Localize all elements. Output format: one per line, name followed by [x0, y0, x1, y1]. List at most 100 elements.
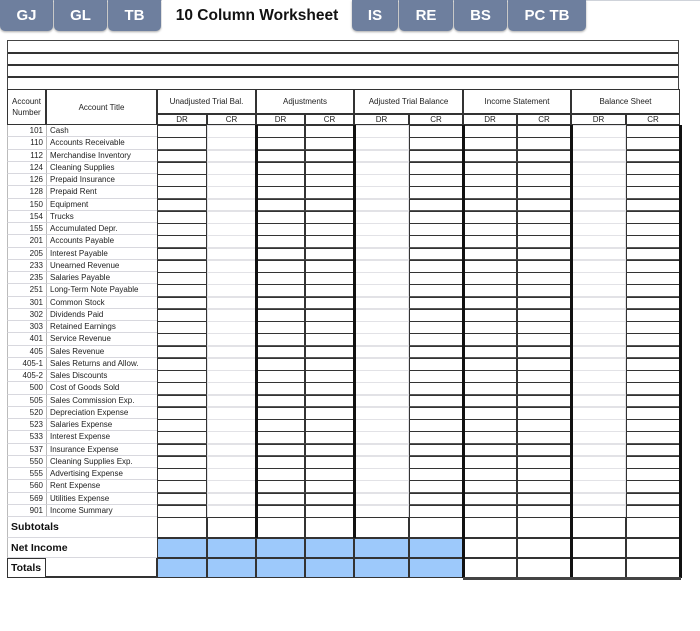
input-adjustments-cr[interactable] [305, 161, 354, 175]
input-income-statement-cr[interactable] [517, 235, 571, 248]
input-adjusted-trial-balance-dr[interactable] [354, 259, 409, 273]
input-adjusted-trial-balance-dr[interactable] [354, 125, 409, 138]
input-income-statement-dr[interactable] [463, 174, 517, 187]
input-adjustments-dr[interactable] [256, 186, 305, 199]
input-unadjusted-trial-balance-dr[interactable] [157, 186, 207, 199]
input-unadjusted-trial-balance-cr[interactable] [207, 406, 256, 420]
input-balance-sheet-cr[interactable] [626, 186, 680, 199]
input-balance-sheet-cr[interactable] [626, 259, 680, 273]
input-income-statement-cr[interactable] [517, 394, 571, 408]
input-adjustments-cr[interactable] [305, 468, 354, 481]
input-income-statement-cr[interactable] [517, 431, 571, 444]
input-unadjusted-trial-balance-cr[interactable] [207, 443, 256, 457]
input-unadjusted-trial-balance-cr[interactable] [207, 308, 256, 322]
input-adjusted-trial-balance-dr[interactable] [354, 333, 409, 346]
input-balance-sheet-dr[interactable] [571, 186, 626, 199]
input-unadjusted-trial-balance-cr[interactable] [207, 333, 256, 346]
input-income-statement-cr[interactable] [517, 284, 571, 297]
input-unadjusted-trial-balance-cr[interactable] [207, 149, 256, 163]
input-income-statement-cr[interactable] [517, 247, 571, 261]
input-adjustments-dr[interactable] [256, 247, 305, 261]
input-balance-sheet-cr[interactable] [626, 443, 680, 457]
input-adjustments-cr[interactable] [305, 394, 354, 408]
input-balance-sheet-cr[interactable] [626, 284, 680, 297]
tab-10-column-worksheet[interactable]: 10 Column Worksheet [162, 0, 352, 31]
input-adjusted-trial-balance-cr[interactable] [409, 370, 463, 383]
input-adjusted-trial-balance-dr[interactable] [354, 198, 409, 212]
heading-line-company[interactable] [8, 52, 678, 54]
input-adjustments-cr[interactable] [305, 149, 354, 163]
tab-pc-tb[interactable]: PC TB [508, 0, 586, 31]
input-unadjusted-trial-balance-dr[interactable] [157, 272, 207, 285]
input-unadjusted-trial-balance-dr[interactable] [157, 504, 207, 518]
input-adjusted-trial-balance-dr[interactable] [354, 443, 409, 457]
input-balance-sheet-dr[interactable] [571, 419, 626, 432]
input-unadjusted-trial-balance-cr[interactable] [207, 223, 256, 236]
input-subtotals-income-statement-dr[interactable] [463, 517, 517, 538]
tab-tb[interactable]: TB [108, 0, 161, 31]
input-adjustments-dr[interactable] [256, 321, 305, 334]
input-adjustments-dr[interactable] [256, 259, 305, 273]
input-balance-sheet-cr[interactable] [626, 308, 680, 322]
input-balance-sheet-dr[interactable] [571, 504, 626, 518]
input-unadjusted-trial-balance-dr[interactable] [157, 247, 207, 261]
input-unadjusted-trial-balance-cr[interactable] [207, 174, 256, 187]
input-balance-sheet-dr[interactable] [571, 321, 626, 334]
input-balance-sheet-dr[interactable] [571, 480, 626, 493]
input-balance-sheet-dr[interactable] [571, 382, 626, 395]
input-adjusted-trial-balance-cr[interactable] [409, 259, 463, 273]
input-adjusted-trial-balance-cr[interactable] [409, 357, 463, 371]
input-unadjusted-trial-balance-cr[interactable] [207, 468, 256, 481]
input-balance-sheet-cr[interactable] [626, 370, 680, 383]
input-adjustments-dr[interactable] [256, 504, 305, 518]
input-adjustments-dr[interactable] [256, 125, 305, 138]
input-adjustments-cr[interactable] [305, 321, 354, 334]
input-adjusted-trial-balance-cr[interactable] [409, 345, 463, 359]
input-adjusted-trial-balance-cr[interactable] [409, 492, 463, 506]
input-income-statement-cr[interactable] [517, 186, 571, 199]
input-income-statement-cr[interactable] [517, 125, 571, 138]
input-balance-sheet-dr[interactable] [571, 125, 626, 138]
input-adjustments-cr[interactable] [305, 272, 354, 285]
input-adjusted-trial-balance-dr[interactable] [354, 406, 409, 420]
input-balance-sheet-dr[interactable] [571, 235, 626, 248]
input-income-statement-cr[interactable] [517, 480, 571, 493]
input-income-statement-dr[interactable] [463, 321, 517, 334]
input-income-statement-dr[interactable] [463, 235, 517, 248]
input-balance-sheet-cr[interactable] [626, 161, 680, 175]
input-subtotals-balance-sheet-cr[interactable] [626, 517, 680, 538]
input-unadjusted-trial-balance-cr[interactable] [207, 321, 256, 334]
input-unadjusted-trial-balance-cr[interactable] [207, 272, 256, 285]
input-balance-sheet-cr[interactable] [626, 382, 680, 395]
input-income-statement-dr[interactable] [463, 272, 517, 285]
input-balance-sheet-dr[interactable] [571, 137, 626, 150]
input-balance-sheet-dr[interactable] [571, 443, 626, 457]
input-unadjusted-trial-balance-cr[interactable] [207, 247, 256, 261]
input-adjusted-trial-balance-cr[interactable] [409, 284, 463, 297]
input-adjustments-dr[interactable] [256, 357, 305, 371]
input-income-statement-dr[interactable] [463, 468, 517, 481]
input-adjustments-dr[interactable] [256, 223, 305, 236]
heading-line-title[interactable] [8, 64, 678, 66]
input-subtotals-income-statement-cr[interactable] [517, 517, 571, 538]
input-income-statement-cr[interactable] [517, 345, 571, 359]
input-balance-sheet-dr[interactable] [571, 406, 626, 420]
input-income-statement-dr[interactable] [463, 419, 517, 432]
tab-bs[interactable]: BS [454, 0, 507, 31]
input-balance-sheet-cr[interactable] [626, 357, 680, 371]
input-balance-sheet-cr[interactable] [626, 333, 680, 346]
input-adjustments-cr[interactable] [305, 125, 354, 138]
input-adjustments-dr[interactable] [256, 382, 305, 395]
input-adjustments-dr[interactable] [256, 333, 305, 346]
input-adjustments-dr[interactable] [256, 419, 305, 432]
input-adjustments-cr[interactable] [305, 223, 354, 236]
input-unadjusted-trial-balance-cr[interactable] [207, 235, 256, 248]
input-income-statement-dr[interactable] [463, 161, 517, 175]
input-adjustments-dr[interactable] [256, 174, 305, 187]
input-totals-income-statement-cr[interactable] [517, 558, 571, 578]
input-adjustments-dr[interactable] [256, 345, 305, 359]
input-income-statement-dr[interactable] [463, 443, 517, 457]
input-adjusted-trial-balance-cr[interactable] [409, 333, 463, 346]
input-unadjusted-trial-balance-cr[interactable] [207, 455, 256, 469]
input-adjustments-cr[interactable] [305, 504, 354, 518]
